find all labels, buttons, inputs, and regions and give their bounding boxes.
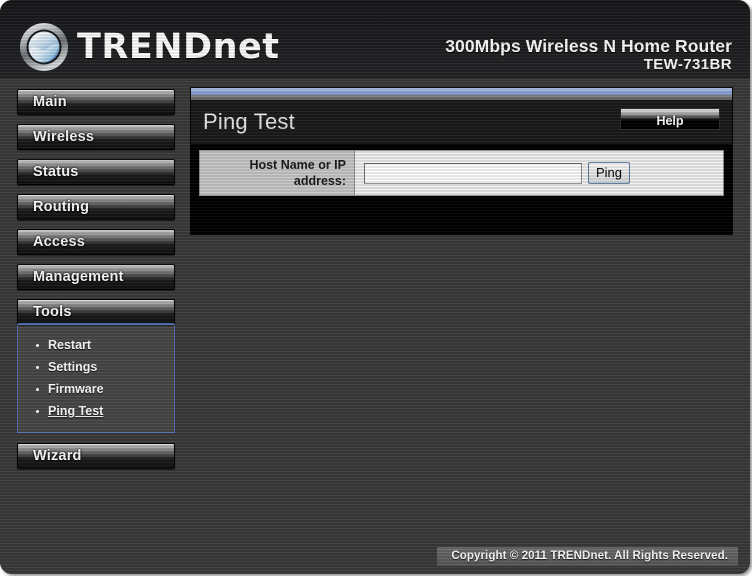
panel-accent-bar [191,88,732,95]
sidebar-item-status[interactable]: Status [17,159,175,185]
host-input[interactable] [364,162,582,184]
sidebar-item-main[interactable]: Main [17,89,175,115]
footer: Copyright © 2011 TRENDnet. All Rights Re… [437,547,738,566]
brand-logo[interactable]: TRENDnet [18,21,279,73]
product-name: 300Mbps Wireless N Home Router [445,36,732,56]
content-panel: Ping Test Help Host Name or IP address: … [190,87,733,235]
sidebar-submenu-tools: Restart Settings Firmware Ping Test [17,325,175,433]
sidebar-item-label: Main [33,94,67,110]
bullet-icon [36,409,39,413]
sidebar-item-label: Wireless [33,129,95,145]
bullet-icon [36,365,39,369]
sidebar-item-label: Wizard [33,448,82,464]
submenu-item-ping-test[interactable]: Ping Test [18,400,174,422]
help-button[interactable]: Help [620,108,720,130]
help-button-label: Help [656,113,684,128]
host-field-cell: Ping [354,150,724,196]
sidebar-item-wireless[interactable]: Wireless [17,124,175,150]
submenu-item-firmware[interactable]: Firmware [18,378,174,400]
submenu-item-label: Restart [48,338,92,352]
sidebar-item-routing[interactable]: Routing [17,194,175,220]
page-header: TRENDnet 300Mbps Wireless N Home Router … [0,0,750,80]
ping-button[interactable]: Ping [588,162,631,184]
model-number: TEW-731BR [643,56,732,73]
copyright-text: Copyright © 2011 TRENDnet. All Rights Re… [451,550,728,562]
sidebar-item-label: Status [33,164,79,180]
submenu-item-label: Firmware [48,382,104,396]
submenu-item-settings[interactable]: Settings [18,356,174,378]
page-title: Ping Test [203,109,295,134]
brand-name: TRENDnet [77,27,280,67]
trendnet-sphere-logo-icon [20,23,68,71]
host-field-label: Host Name or IP address: [199,150,355,196]
sidebar-item-label: Access [33,234,85,250]
product-identity: 300Mbps Wireless N Home Router TEW-731BR [445,36,732,74]
sidebar-item-label: Routing [33,199,90,215]
submenu-item-restart[interactable]: Restart [18,334,174,356]
sidebar-item-access[interactable]: Access [17,229,175,255]
sidebar-nav: Main Wireless Status Routing Access Mana… [17,89,175,478]
submenu-item-label: Ping Test [48,404,104,418]
bullet-icon [36,343,39,347]
submenu-item-label: Settings [48,360,98,374]
sidebar-item-management[interactable]: Management [17,264,175,290]
page-body: Main Wireless Status Routing Access Mana… [0,81,750,574]
panel-body: Host Name or IP address: Ping [191,144,732,234]
form-row-host: Host Name or IP address: Ping [199,150,724,196]
sidebar-item-label: Tools [33,303,72,320]
sidebar-item-label: Management [33,269,124,285]
router-admin-window: TRENDnet 300Mbps Wireless N Home Router … [0,0,750,574]
bullet-icon [36,387,39,391]
panel-header: Ping Test Help [191,100,732,144]
sidebar-item-wizard[interactable]: Wizard [17,443,175,469]
sidebar-item-tools[interactable]: Tools [17,299,175,325]
ping-form: Host Name or IP address: Ping [199,150,724,196]
